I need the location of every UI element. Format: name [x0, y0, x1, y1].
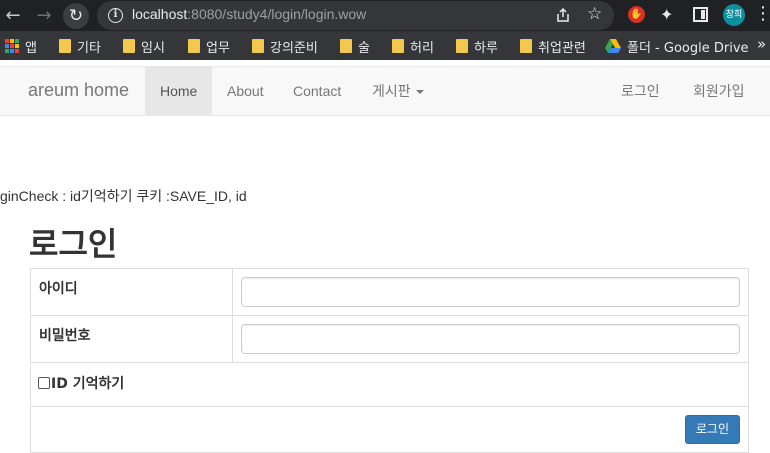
bookmark-label: 폴더 - Google Drive — [627, 40, 749, 56]
nav-board-label: 게시판 — [372, 83, 411, 99]
bookmarks-bar: 앱 기타 임시 업무 강의준비 술 허리 하루 취업관련 폴더 - Google… — [0, 31, 770, 60]
bookmark-google-drive[interactable]: 폴더 - Google Drive — [605, 37, 749, 56]
browser-toolbar: ← → ↻ i localhost:8080/study4/login/logi… — [0, 0, 770, 31]
bookmark-label: 강의준비 — [270, 40, 318, 56]
remember-id-label[interactable]: ID 기억하기 — [51, 376, 124, 392]
forward-arrow-icon[interactable]: → — [31, 3, 57, 29]
profile-avatar[interactable]: 창희 — [723, 4, 745, 26]
bookmark-label: 허리 — [410, 40, 434, 56]
bookmark-folder[interactable]: 술 — [340, 37, 370, 56]
bookmark-label: 기타 — [77, 40, 101, 56]
id-input[interactable] — [241, 277, 740, 307]
share-icon[interactable] — [555, 7, 571, 23]
side-panel-icon[interactable] — [693, 7, 708, 22]
navbar-brand[interactable]: areum home — [28, 80, 129, 101]
folder-icon — [520, 39, 532, 53]
debug-cookie-text: ginCheck : id기억하기 쿠키 :SAVE_ID, id — [0, 188, 247, 204]
chrome-menu-icon[interactable]: ⋮ — [754, 4, 770, 24]
bookmark-apps[interactable]: 앱 — [5, 37, 37, 56]
page-title: 로그인 — [29, 225, 118, 263]
nav-board-dropdown[interactable]: 게시판 — [357, 67, 439, 115]
folder-icon — [188, 39, 200, 53]
nav-login[interactable]: 로그인 — [606, 67, 675, 115]
login-form: 아이디 비밀번호 ID 기억하기 로그인 — [30, 268, 749, 453]
password-input[interactable] — [241, 324, 740, 354]
nav-contact[interactable]: Contact — [278, 67, 356, 115]
bookmark-label: 업무 — [206, 40, 230, 56]
page-content: areum home Home About Contact 게시판 로그인 회원… — [0, 60, 770, 453]
folder-icon — [456, 39, 468, 53]
apps-grid-icon — [5, 39, 19, 53]
bookmark-folder[interactable]: 취업관련 — [520, 37, 586, 56]
nav-signup[interactable]: 회원가입 — [678, 67, 760, 115]
google-drive-icon — [605, 39, 621, 53]
password-label: 비밀번호 — [30, 315, 233, 363]
folder-icon — [59, 39, 71, 53]
bookmark-folder[interactable]: 강의준비 — [252, 37, 318, 56]
folder-icon — [252, 39, 264, 53]
id-label: 아이디 — [30, 268, 233, 316]
folder-icon — [392, 39, 404, 53]
folder-icon — [123, 39, 135, 53]
url-host: localhost — [132, 6, 188, 22]
bookmark-folder[interactable]: 임시 — [123, 37, 165, 56]
folder-icon — [340, 39, 352, 53]
nav-about[interactable]: About — [212, 67, 279, 115]
extensions-puzzle-icon[interactable]: ✦ — [660, 5, 673, 24]
url-path: :8080/study4/login/login.wow — [187, 6, 367, 22]
bookmark-folder[interactable]: 허리 — [392, 37, 434, 56]
nav-home[interactable]: Home — [145, 67, 212, 115]
reload-icon[interactable]: ↻ — [63, 3, 89, 29]
bookmark-label: 취업관련 — [538, 40, 586, 56]
bookmark-label: 임시 — [141, 40, 165, 56]
bookmark-label: 술 — [358, 40, 370, 56]
id-input-cell — [232, 268, 749, 316]
site-navbar: areum home Home About Contact 게시판 로그인 회원… — [0, 66, 770, 116]
remember-id-row: ID 기억하기 — [30, 362, 749, 407]
bookmark-star-icon[interactable]: ☆ — [587, 4, 602, 24]
site-info-icon[interactable]: i — [108, 8, 123, 23]
address-bar[interactable]: i localhost:8080/study4/login/login.wow … — [97, 1, 614, 30]
url-text[interactable]: localhost:8080/study4/login/login.wow — [132, 6, 366, 22]
back-arrow-icon[interactable]: ← — [0, 3, 26, 29]
bookmark-folder[interactable]: 업무 — [188, 37, 230, 56]
remember-id-checkbox[interactable] — [38, 377, 50, 389]
bookmark-folder[interactable]: 하루 — [456, 37, 498, 56]
caret-down-icon — [415, 90, 424, 95]
bookmark-label: 하루 — [474, 40, 498, 56]
bookmark-label: 앱 — [25, 40, 37, 56]
login-submit-button[interactable]: 로그인 — [684, 415, 740, 444]
extension-stop-icon[interactable]: ✋ — [628, 6, 645, 23]
bookmark-folder[interactable]: 기타 — [59, 37, 101, 56]
more-bookmarks-icon[interactable]: » — [757, 35, 766, 53]
password-input-cell — [232, 315, 749, 363]
